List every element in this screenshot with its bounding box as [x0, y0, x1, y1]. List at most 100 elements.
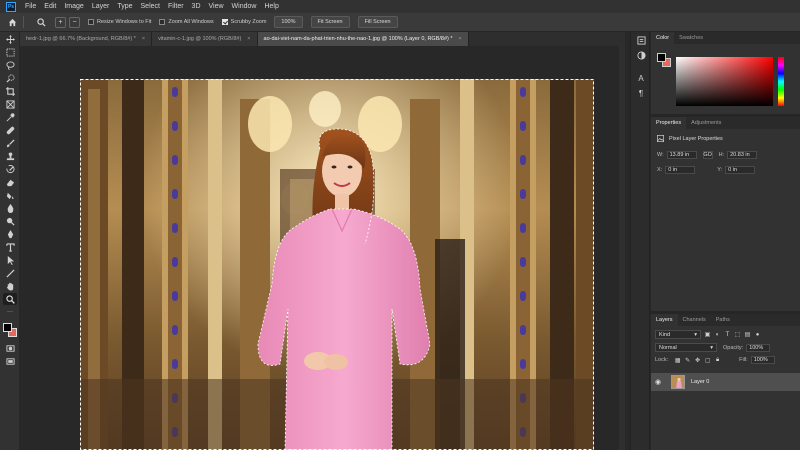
menu-file[interactable]: File	[21, 3, 40, 10]
zoom-out-icon[interactable]: −	[69, 16, 80, 28]
width-field[interactable]: 13.89 in	[666, 151, 697, 159]
tab-layers[interactable]: Layers	[651, 314, 678, 326]
canvas-scrollbar[interactable]	[619, 46, 625, 450]
menu-3d[interactable]: 3D	[188, 3, 205, 10]
healing-brush-tool-icon[interactable]	[3, 124, 17, 136]
color-picker-field[interactable]	[676, 57, 773, 106]
blur-tool-icon[interactable]	[3, 202, 17, 214]
menu-select[interactable]: Select	[137, 3, 164, 10]
path-selection-tool-icon[interactable]	[3, 254, 17, 266]
menu-edit[interactable]: Edit	[40, 3, 60, 10]
lock-position-icon[interactable]: ✥	[694, 357, 701, 364]
pen-tool-icon[interactable]	[3, 228, 17, 240]
shape-tool-icon[interactable]	[3, 267, 17, 279]
tab-properties[interactable]: Properties	[651, 117, 687, 129]
filter-toggle-icon[interactable]: ●	[754, 331, 761, 338]
x-field[interactable]: 0 in	[665, 166, 696, 174]
visibility-eye-icon[interactable]: ◉	[655, 378, 665, 386]
quick-select-tool-icon[interactable]	[3, 72, 17, 84]
zoom-all-windows-checkbox[interactable]: Zoom All Windows	[159, 19, 214, 25]
marquee-tool-icon[interactable]	[3, 46, 17, 58]
paragraph-icon[interactable]: ¶	[634, 87, 648, 100]
chevron-down-icon: ▾	[694, 331, 697, 338]
type-filter-icon[interactable]: T	[724, 331, 731, 338]
hand-tool-icon[interactable]	[3, 280, 17, 292]
lock-all-icon[interactable]: 🔒︎	[714, 357, 721, 364]
canvas-area[interactable]	[20, 46, 625, 450]
menu-image[interactable]: Image	[60, 3, 87, 10]
frame-tool-icon[interactable]	[3, 98, 17, 110]
zoom-tool-active-icon[interactable]	[3, 293, 17, 305]
hue-slider[interactable]	[778, 57, 784, 106]
foreground-color[interactable]	[3, 323, 12, 332]
history-brush-tool-icon[interactable]	[3, 163, 17, 175]
link-dimensions-icon[interactable]: GO	[702, 151, 713, 159]
tab-ao-dai[interactable]: ao-dai-viet-nam-da-phat-trien-nhu-the-na…	[257, 32, 469, 46]
crop-tool-icon[interactable]	[3, 85, 17, 97]
adjustment-filter-icon[interactable]: ◐	[714, 331, 721, 338]
menu-layer[interactable]: Layer	[88, 3, 114, 10]
tab-vitamin[interactable]: vitamin-c-1.jpg @ 100% (RGB/8#) ×	[152, 32, 258, 46]
fill-label: Fill:	[739, 357, 748, 363]
tools-panel: ···	[0, 32, 20, 450]
move-tool-icon[interactable]	[3, 33, 17, 45]
kind-filter-select[interactable]: Kind ▾	[655, 330, 701, 339]
eyedropper-tool-icon[interactable]	[3, 111, 17, 123]
history-icon[interactable]	[634, 34, 648, 47]
smart-object-filter-icon[interactable]: ▤	[744, 331, 751, 338]
fill-screen-button[interactable]: Fill Screen	[357, 16, 398, 28]
clone-stamp-tool-icon[interactable]	[3, 150, 17, 162]
tab-swatches[interactable]: Swatches	[674, 32, 708, 44]
menu-help[interactable]: Help	[260, 3, 282, 10]
quick-mask-icon[interactable]	[3, 342, 17, 354]
properties-panel-tabs: Properties Adjustments	[651, 117, 800, 129]
document-image[interactable]	[80, 79, 594, 450]
height-field[interactable]: 20.83 in	[727, 151, 758, 159]
character-icon[interactable]: A	[634, 72, 648, 85]
gradient-tool-icon[interactable]	[3, 189, 17, 201]
menu-view[interactable]: View	[205, 3, 228, 10]
lock-artboard-icon[interactable]: ▢	[704, 357, 711, 364]
photoshop-window: Ps File Edit Image Layer Type Select Fil…	[0, 0, 800, 450]
close-icon[interactable]: ×	[459, 36, 462, 42]
opacity-field[interactable]: 100%	[746, 343, 771, 352]
tab-channels[interactable]: Channels	[678, 314, 711, 326]
eraser-tool-icon[interactable]	[3, 176, 17, 188]
zoom-in-icon[interactable]: +	[55, 16, 66, 28]
type-tool-icon[interactable]	[3, 241, 17, 253]
more-tools-icon[interactable]: ···	[3, 306, 17, 318]
tab-hedr[interactable]: hedr-1.jpg @ 66.7% (Background, RGB/8#) …	[20, 32, 153, 46]
menu-window[interactable]: Window	[228, 3, 261, 10]
checkbox-box	[88, 19, 94, 25]
menu-type[interactable]: Type	[113, 3, 136, 10]
lock-transparent-icon[interactable]: ▦	[674, 357, 681, 364]
tab-paths[interactable]: Paths	[711, 314, 735, 326]
home-icon[interactable]	[6, 16, 18, 28]
shape-filter-icon[interactable]: ⬚	[734, 331, 741, 338]
layer-row[interactable]: ◉ Layer 0	[651, 373, 800, 391]
resize-windows-checkbox[interactable]: Resize Windows to Fit	[88, 19, 151, 25]
foreground-swatch[interactable]	[657, 53, 666, 62]
zoom-tool-icon[interactable]	[35, 16, 47, 28]
panel-icon-column: A ¶	[630, 32, 650, 450]
screen-mode-icon[interactable]	[3, 355, 17, 367]
color-swatches[interactable]	[2, 322, 18, 338]
lasso-tool-icon[interactable]	[3, 59, 17, 71]
brush-tool-icon[interactable]	[3, 137, 17, 149]
menu-filter[interactable]: Filter	[164, 3, 188, 10]
kind-filter-value: Kind	[659, 331, 671, 338]
dodge-tool-icon[interactable]	[3, 215, 17, 227]
fill-field[interactable]: 100%	[750, 356, 775, 364]
fit-screen-button[interactable]: Fit Screen	[310, 16, 350, 28]
tab-adjustments[interactable]: Adjustments	[686, 117, 726, 129]
pixel-filter-icon[interactable]: ▣	[704, 331, 711, 338]
tab-color[interactable]: Color	[651, 32, 675, 44]
lock-pixels-icon[interactable]: ✎	[684, 357, 691, 364]
blend-mode-select[interactable]: Normal ▾	[655, 343, 717, 352]
zoom-100-button[interactable]: 100%	[274, 16, 303, 28]
close-icon[interactable]: ×	[142, 36, 145, 42]
adjustments-icon[interactable]	[634, 49, 648, 62]
scrubby-zoom-checkbox[interactable]: Scrubby Zoom	[221, 19, 266, 25]
close-icon[interactable]: ×	[247, 36, 250, 42]
y-field[interactable]: 0 in	[725, 166, 756, 174]
